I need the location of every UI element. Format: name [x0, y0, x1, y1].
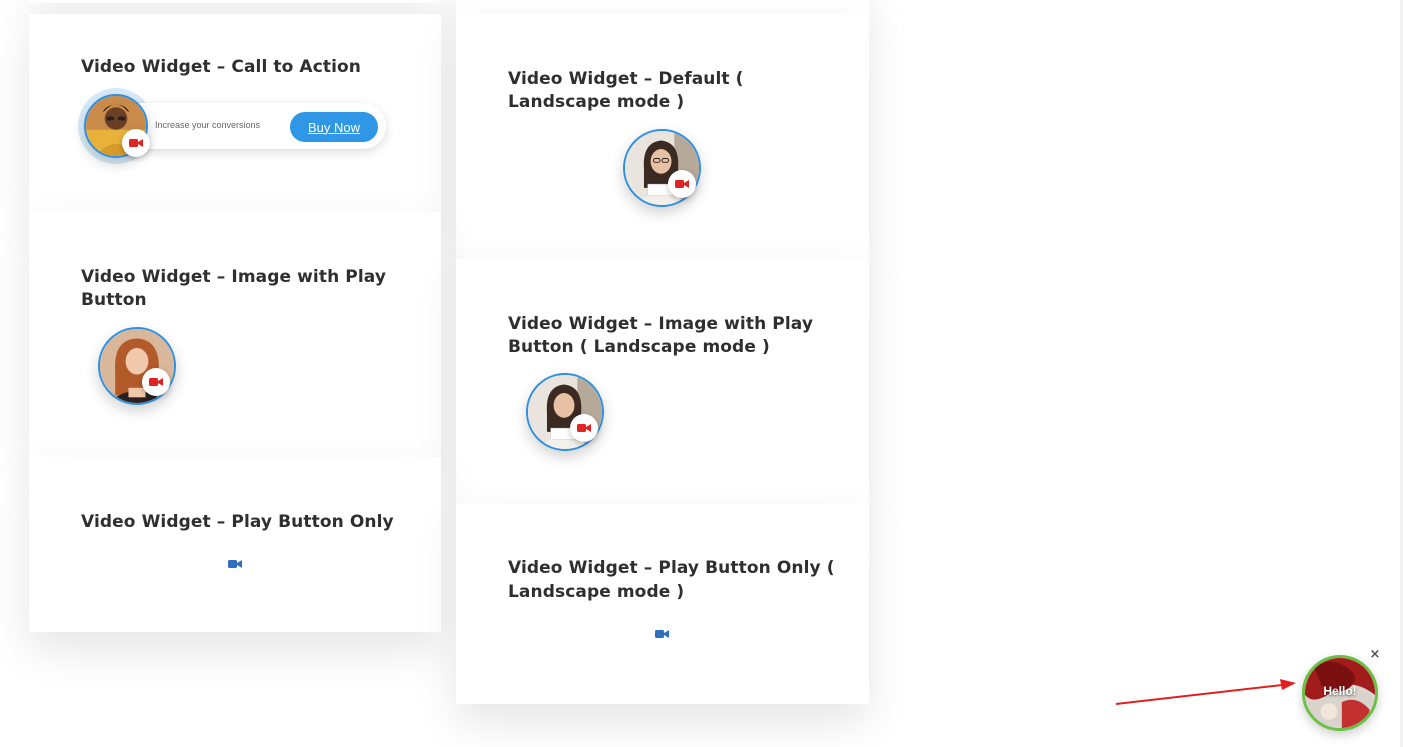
- avatar-woman-reading[interactable]: [526, 373, 604, 451]
- video-camera-icon: [129, 139, 143, 147]
- cta-text: Increase your conversions: [155, 120, 261, 130]
- card-title: Video Widget – Play Button Only: [81, 512, 394, 532]
- card-top-right-remnant: [456, 0, 869, 14]
- video-camera-icon[interactable]: [655, 629, 669, 639]
- floating-widget-label: Hello!: [1323, 684, 1357, 698]
- card-image-play-landscape: [456, 259, 869, 504]
- card-title-line-2: Button ( Landscape mode ): [508, 337, 770, 357]
- card-play-only-landscape: [456, 504, 869, 704]
- annotation-arrow: [1115, 679, 1296, 705]
- card-title-line-1: Video Widget – Image with Play: [81, 267, 387, 287]
- card-title-line-2: Landscape mode ): [508, 92, 685, 112]
- card-title-line-2: Button: [81, 290, 147, 310]
- video-camera-icon: [577, 424, 591, 432]
- close-icon[interactable]: ×: [1368, 648, 1382, 662]
- page: Video Widget – Call to Action Increase y…: [0, 0, 1403, 747]
- card-top-left-remnant: [29, 0, 441, 3]
- card-title-line-1: Video Widget – Default (: [508, 69, 744, 89]
- camera-badge[interactable]: [570, 414, 598, 442]
- card-title-line-1: Video Widget – Play Button Only (: [508, 558, 835, 578]
- buy-now-button[interactable]: Buy Now: [290, 112, 378, 142]
- card-title-line-1: Video Widget – Image with Play: [508, 314, 814, 334]
- camera-badge[interactable]: [668, 170, 696, 198]
- video-camera-icon: [675, 180, 689, 188]
- video-camera-icon[interactable]: [228, 559, 242, 569]
- card-title: Video Widget – Call to Action: [81, 57, 362, 77]
- card-title-line-2: Landscape mode ): [508, 582, 685, 602]
- card-play-only: [29, 457, 441, 632]
- avatar-woman-redhead[interactable]: [98, 327, 176, 405]
- camera-badge[interactable]: [122, 129, 150, 157]
- video-camera-icon: [149, 378, 163, 386]
- camera-badge[interactable]: [142, 368, 170, 396]
- card-image-play: [29, 212, 441, 457]
